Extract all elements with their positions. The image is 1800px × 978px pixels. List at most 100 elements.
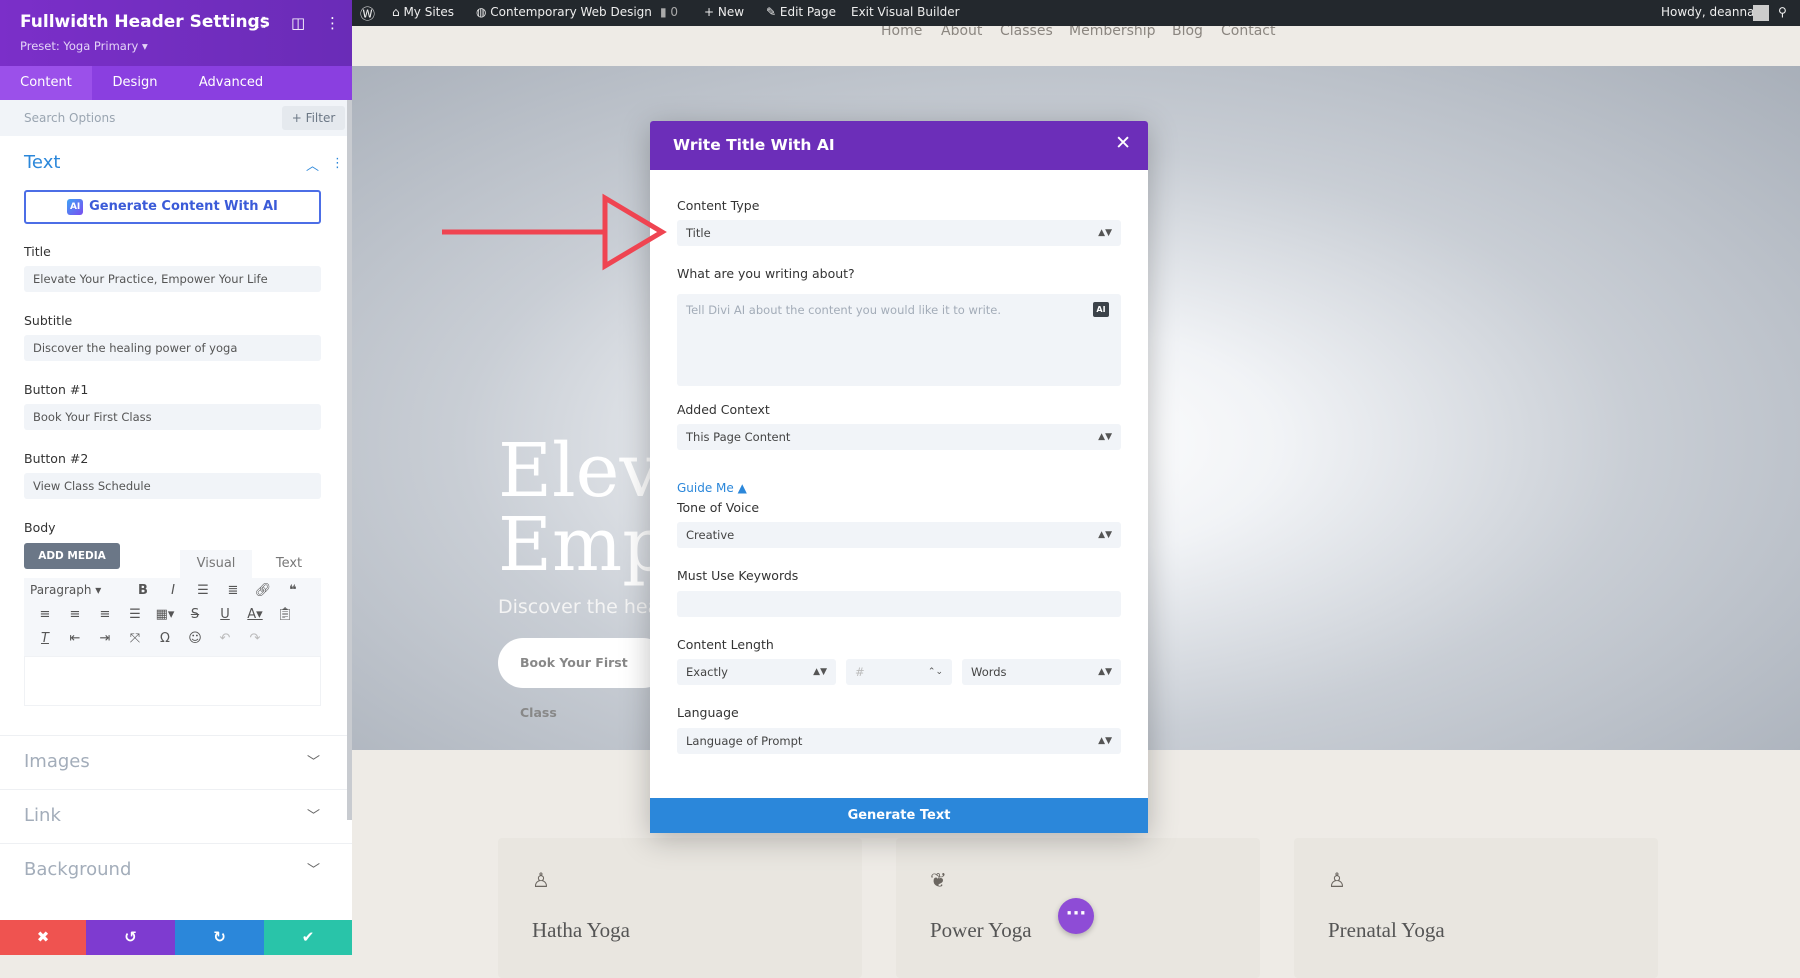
added-context-select[interactable]: This Page Content ▲▼ — [677, 424, 1121, 450]
language-select[interactable]: Language of Prompt ▲▼ — [677, 728, 1121, 754]
content-type-label: Content Type — [677, 198, 760, 213]
accordion-images[interactable]: Images ﹀ — [0, 735, 352, 789]
select-arrows-icon: ▲▼ — [1098, 432, 1112, 442]
select-arrows-icon: ▲▼ — [1098, 530, 1112, 540]
accordion-link[interactable]: Link ﹀ — [0, 789, 352, 843]
search-input[interactable]: Search Options — [24, 111, 115, 125]
modal-title: Write Title With AI — [673, 136, 835, 154]
language-label: Language — [677, 705, 739, 720]
emoji-icon[interactable]: ☺ — [180, 631, 210, 646]
tone-select[interactable]: Creative ▲▼ — [677, 522, 1121, 548]
comments-link[interactable]: ▮ 0 — [660, 5, 678, 19]
keywords-input[interactable] — [677, 591, 1121, 617]
guide-me-toggle[interactable]: Guide Me ▲ — [677, 481, 747, 495]
align-right-icon[interactable]: ≡ — [90, 607, 120, 622]
select-arrows-icon: ▲▼ — [813, 667, 827, 677]
length-number-input[interactable]: # ⌃⌄ — [846, 659, 952, 685]
new-link[interactable]: + New — [704, 5, 744, 19]
section-menu-icon[interactable]: ⋮ — [331, 156, 344, 171]
sidebar-tabs: Content Design Advanced — [0, 66, 352, 100]
generate-text-button[interactable]: Generate Text — [650, 798, 1148, 833]
cancel-button[interactable]: ✖ — [0, 920, 86, 955]
howdy-user[interactable]: Howdy, deanna — [1661, 5, 1754, 19]
ai-icon: AI — [67, 198, 84, 215]
class-card[interactable]: ♙ Hatha Yoga — [498, 838, 862, 978]
tab-advanced[interactable]: Advanced — [186, 66, 276, 100]
content-type-select[interactable]: Title ▲▼ — [677, 220, 1121, 246]
hero-title-line2: Emp — [498, 502, 670, 588]
undo-icon[interactable]: ↶ — [210, 631, 240, 646]
indent-icon[interactable]: ⇥ — [90, 631, 120, 646]
avatar[interactable] — [1753, 5, 1769, 21]
builder-menu-button[interactable]: ··· — [1058, 898, 1094, 934]
tab-design[interactable]: Design — [92, 66, 178, 100]
filter-button[interactable]: + Filter — [282, 106, 345, 130]
prenatal-figure-icon: ♙ — [1328, 868, 1346, 892]
length-mode-select[interactable]: Exactly ▲▼ — [677, 659, 836, 685]
editor-tab-visual[interactable]: Visual — [180, 550, 252, 578]
button2-label: Button #2 — [24, 451, 89, 466]
length-unit-select[interactable]: Words ▲▼ — [962, 659, 1121, 685]
link-icon[interactable]: 🔗︎ — [248, 583, 278, 598]
fullscreen-editor-icon[interactable]: ⤧ — [120, 631, 150, 646]
check-icon: ✔ — [301, 928, 315, 946]
paste-text-icon[interactable]: 📋︎ — [270, 607, 300, 622]
blockquote-icon[interactable]: ❝ — [278, 583, 308, 598]
redo-button[interactable]: ↻ — [175, 920, 264, 955]
paragraph-select[interactable]: Paragraph ▾ — [30, 583, 128, 598]
redo-icon: ↻ — [213, 928, 226, 946]
wordpress-logo-icon[interactable]: Ⓦ — [360, 3, 375, 24]
add-media-button[interactable]: ADD MEDIA — [24, 543, 120, 569]
text-color-icon[interactable]: A▾ — [240, 607, 270, 622]
outdent-icon[interactable]: ⇤ — [60, 631, 90, 646]
close-icon[interactable]: ✕ — [1115, 132, 1131, 154]
ai-icon[interactable]: AI — [1093, 302, 1109, 317]
table-icon[interactable]: ▦▾ — [150, 607, 180, 622]
align-center-icon[interactable]: ≡ — [60, 607, 90, 622]
special-char-icon[interactable]: Ω — [150, 631, 180, 646]
bold-icon[interactable]: B — [128, 583, 158, 598]
more-options-icon[interactable]: ⋮ — [325, 14, 340, 32]
chevron-up-icon[interactable]: ︿ — [306, 155, 319, 174]
hero-book-button[interactable]: Book Your First Class — [498, 638, 668, 720]
bullet-list-icon[interactable]: ☰ — [188, 583, 218, 598]
edit-page-link[interactable]: ✎ Edit Page — [766, 5, 836, 19]
strikethrough-icon[interactable]: S — [180, 607, 210, 622]
align-left-icon[interactable]: ≡ — [30, 607, 60, 622]
exit-visual-builder-link[interactable]: Exit Visual Builder — [851, 5, 960, 19]
button1-label: Button #1 — [24, 382, 89, 397]
sidebar-scrollbar[interactable] — [347, 100, 352, 820]
clear-format-icon[interactable]: T — [30, 631, 60, 646]
kneeling-figure-icon: ♙ — [532, 868, 550, 892]
generate-content-ai-button[interactable]: AI Generate Content With AI — [24, 190, 321, 224]
body-editor[interactable] — [24, 656, 321, 706]
justify-icon[interactable]: ☰ — [120, 607, 150, 622]
site-name-link[interactable]: ◍ Contemporary Web Design — [476, 5, 652, 19]
layout-toggle-icon[interactable]: ◫ — [291, 14, 305, 32]
text-section-title[interactable]: Text — [24, 152, 60, 173]
button1-input[interactable]: Book Your First Class — [24, 404, 321, 430]
keywords-label: Must Use Keywords — [677, 568, 799, 583]
editor-tab-text[interactable]: Text — [260, 550, 318, 578]
subtitle-input[interactable]: Discover the healing power of yoga — [24, 335, 321, 361]
search-icon[interactable]: ⚲ — [1778, 5, 1787, 19]
subtitle-label: Subtitle — [24, 313, 73, 328]
title-input[interactable]: Elevate Your Practice, Empower Your Life — [24, 266, 321, 292]
undo-button[interactable]: ↺ — [86, 920, 175, 955]
italic-icon[interactable]: I — [158, 583, 188, 598]
tab-content[interactable]: Content — [0, 66, 92, 100]
underline-icon[interactable]: U — [210, 607, 240, 622]
fullscreen-icon[interactable]: ⛶ — [255, 14, 266, 32]
button2-input[interactable]: View Class Schedule — [24, 473, 321, 499]
tone-label: Tone of Voice — [677, 500, 760, 515]
my-sites-link[interactable]: ⌂ My Sites — [392, 5, 454, 19]
class-card[interactable]: ♙ Prenatal Yoga — [1294, 838, 1658, 978]
numbered-list-icon[interactable]: ≣ — [218, 583, 248, 598]
accordion-background[interactable]: Background ﹀ — [0, 843, 352, 897]
search-options[interactable]: Search Options + Filter — [0, 100, 352, 136]
preset-dropdown[interactable]: Preset: Yoga Primary ▾ — [20, 39, 148, 53]
save-button[interactable]: ✔ — [264, 920, 352, 955]
redo-icon[interactable]: ↷ — [240, 631, 270, 646]
writing-about-textarea[interactable]: Tell Divi AI about the content you would… — [677, 294, 1121, 386]
select-arrows-icon: ▲▼ — [1098, 228, 1112, 238]
